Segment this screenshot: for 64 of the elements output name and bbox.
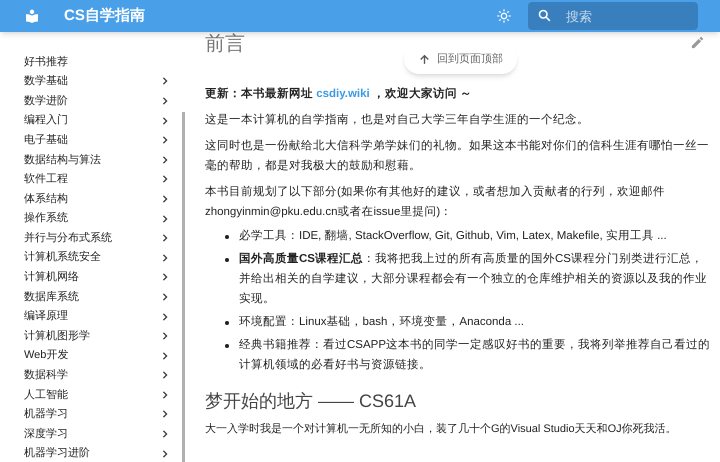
- sidebar-item[interactable]: 深度学习: [24, 426, 68, 442]
- chevron-icon[interactable]: [161, 175, 169, 184]
- sidebar-item[interactable]: 数据结构与算法: [24, 152, 101, 168]
- chevron-icon[interactable]: [161, 116, 169, 125]
- chevron-icon[interactable]: [161, 194, 169, 203]
- list-item: 国外高质量CS课程汇总：我将把我上过的所有高质量的国外CS课程分门别类进行汇总，并给出相关的自学建议，大部分课程都会有一个独立的仓库维护相关的资源以及我的作业实现。: [239, 251, 708, 307]
- chevron-icon[interactable]: [161, 273, 169, 282]
- chevron-icon[interactable]: [161, 371, 169, 380]
- sidebar-item[interactable]: 人工智能: [24, 386, 68, 404]
- sidebar-item[interactable]: 编译原理: [24, 308, 68, 325]
- chevron-icon[interactable]: [161, 312, 169, 321]
- chevron-icon[interactable]: [161, 254, 169, 262]
- sidebar-item[interactable]: 计算机系统安全: [24, 249, 101, 266]
- chevron-icon[interactable]: [161, 332, 169, 340]
- chevron-icon[interactable]: [161, 292, 169, 301]
- sidebar-item[interactable]: 数据科学: [24, 367, 68, 384]
- bullet-icon: [225, 235, 229, 239]
- chevron-icon[interactable]: [161, 156, 169, 164]
- bullet-icon: [225, 344, 229, 348]
- sidebar-item[interactable]: 并行与分布式系统: [24, 230, 112, 246]
- list-item: 必学工具：IDE, 翻墙, StackOverflow, Git, Github, Vim, Latex, Makefile, 实用工具 ...: [239, 228, 667, 244]
- sidebar-item[interactable]: 数学基础: [24, 73, 68, 90]
- sidebar-item[interactable]: Web开发: [24, 347, 68, 364]
- chevron-icon[interactable]: [161, 450, 169, 458]
- section-title: 梦开始的地方 —— CS61A: [205, 390, 416, 413]
- chevron-icon[interactable]: [161, 410, 169, 418]
- paragraph: 本书目前规划了以下部分(如果你有其他好的建议，或者想加入贡献者的行列，欢迎邮件zhongyinmin@pku.edu.cn或者在issue里提问)：: [205, 184, 666, 220]
- bullet-icon: [225, 258, 229, 262]
- chevron-icon[interactable]: [161, 136, 169, 144]
- sidebar-item[interactable]: 编程入门: [24, 112, 68, 129]
- back-to-top-button[interactable]: 回到页面顶部: [404, 44, 517, 74]
- arrow-up-icon: [418, 52, 431, 66]
- paragraph: 这是一本计算机的自学指南，也是对自己大学三年自学生涯的一个纪念。: [205, 112, 590, 128]
- edit-icon[interactable]: [690, 35, 705, 50]
- sidebar-item[interactable]: 操作系统: [24, 210, 68, 227]
- list-item: 经典书籍推荐：看过CSAPP这本书的同学一定感叹好书的重要，我将列举推荐自己看过的计算机领域的必看好书与资源链接。: [239, 337, 711, 373]
- sidebar-item[interactable]: 体系结构: [24, 190, 68, 208]
- book-icon[interactable]: [24, 8, 40, 24]
- search-icon: [537, 8, 552, 23]
- scrollbar[interactable]: [182, 112, 185, 462]
- sidebar-item[interactable]: 数学进阶: [24, 92, 68, 110]
- list-item: 环境配置：Linux基础，bash，环境变量，Anaconda ...: [239, 314, 524, 330]
- chevron-icon[interactable]: [161, 430, 169, 438]
- update-notice: 更新：本书最新网址 csdiy.wiki ，欢迎大家访问 ～: [205, 86, 474, 102]
- paragraph: 这同时也是一份献给北大信科学弟学妹们的礼物。如果这本书能对你们的信科生涯有哪怕一丝一毫的帮助，都是对我极大的鼓励和慰藉。: [205, 138, 710, 174]
- bullet-icon: [225, 321, 229, 325]
- search-field[interactable]: 搜索: [528, 2, 698, 30]
- sidebar-item[interactable]: 机器学习: [24, 406, 68, 423]
- sidebar-item[interactable]: 软件工程: [24, 171, 68, 188]
- paragraph: 大一入学时我是一个对计算机一无所知的小白，装了几十个G的Visual Studio天天和OJ你死我活。: [205, 422, 677, 437]
- sidebar-item[interactable]: 数据库系统: [24, 288, 79, 306]
- brightness-icon[interactable]: [496, 8, 512, 24]
- chevron-icon[interactable]: [161, 390, 169, 399]
- chevron-icon[interactable]: [161, 234, 169, 242]
- chevron-icon[interactable]: [161, 77, 169, 86]
- sidebar-item[interactable]: 电子基础: [24, 132, 68, 148]
- sidebar-item[interactable]: 计算机图形学: [24, 328, 90, 344]
- sidebar-item[interactable]: 计算机网络: [24, 269, 79, 286]
- chevron-icon[interactable]: [161, 214, 169, 223]
- chevron-icon[interactable]: [161, 96, 169, 105]
- page-title: 前言: [205, 32, 245, 56]
- sidebar-item[interactable]: 机器学习进阶: [24, 445, 90, 462]
- chevron-icon[interactable]: [161, 352, 169, 360]
- sidebar-item[interactable]: 好书推荐: [24, 54, 68, 70]
